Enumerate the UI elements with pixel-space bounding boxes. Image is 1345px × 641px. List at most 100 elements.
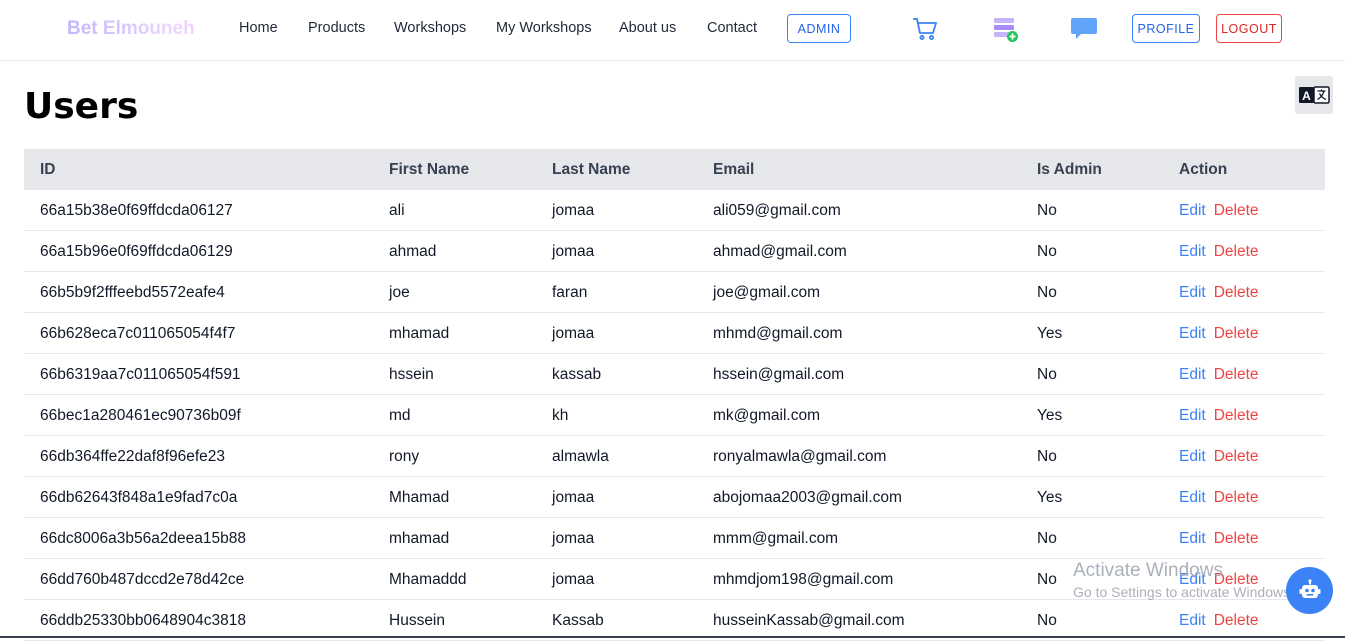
edit-button[interactable]: Edit	[1179, 284, 1206, 301]
edit-button[interactable]: Edit	[1179, 366, 1206, 383]
cell-last-name: jomaa	[552, 571, 595, 588]
delete-button[interactable]: Delete	[1214, 325, 1259, 342]
cell-id: 66a15b38e0f69ffdcda06127	[40, 202, 233, 219]
column-header-is-admin: Is Admin	[1037, 161, 1102, 178]
cell-id: 66b5b9f2fffeebd5572eafe4	[40, 284, 225, 301]
cell-id: 66b628eca7c011065054f4f7	[40, 325, 236, 342]
nav-link-products[interactable]: Products	[308, 20, 365, 36]
nav-link-workshops[interactable]: Workshops	[394, 20, 466, 36]
edit-button[interactable]: Edit	[1179, 571, 1206, 588]
delete-button[interactable]: Delete	[1214, 366, 1259, 383]
delete-button[interactable]: Delete	[1214, 202, 1259, 219]
translate-icon[interactable]: A	[1295, 76, 1333, 114]
cell-last-name: jomaa	[552, 530, 595, 547]
cell-is-admin: Yes	[1037, 325, 1063, 342]
table-body: 66a15b38e0f69ffdcda06127 ali jomaa ali059@g…	[24, 190, 1325, 641]
cell-first-name: ahmad	[389, 243, 437, 260]
page-title: Users	[24, 86, 139, 127]
cell-action: Edit Delete	[1179, 243, 1259, 261]
cell-is-admin: No	[1037, 571, 1057, 588]
navbar: Bet Elmouneh Home Products Workshops My …	[0, 0, 1345, 61]
profile-button[interactable]: PROFILE	[1132, 14, 1200, 43]
nav-link-home[interactable]: Home	[239, 20, 278, 36]
cell-id: 66bec1a280461ec90736b09f	[40, 407, 241, 424]
delete-button[interactable]: Delete	[1214, 243, 1259, 260]
delete-button[interactable]: Delete	[1214, 530, 1259, 547]
logout-button[interactable]: LOGOUT	[1216, 14, 1282, 43]
users-table: ID First Name Last Name Email Is Admin A…	[24, 149, 1325, 641]
cell-is-admin: No	[1037, 243, 1057, 260]
nav-link-my-workshops[interactable]: My Workshops	[496, 20, 592, 36]
edit-button[interactable]: Edit	[1179, 325, 1206, 342]
cell-is-admin: Yes	[1037, 407, 1063, 424]
cell-action: Edit Delete	[1179, 448, 1259, 466]
edit-button[interactable]: Edit	[1179, 243, 1206, 260]
table-row: 66b628eca7c011065054f4f7 mhamad jomaa mhmd@…	[24, 313, 1325, 354]
cell-last-name: almawla	[552, 448, 609, 465]
cell-id: 66db62643f848a1e9fad7c0a	[40, 489, 238, 506]
cell-first-name: joe	[389, 284, 410, 301]
cell-id: 66b6319aa7c011065054f591	[40, 366, 241, 383]
cell-id: 66db364ffe22daf8f96efe23	[40, 448, 226, 465]
edit-button[interactable]: Edit	[1179, 530, 1206, 547]
cell-first-name: ali	[389, 202, 405, 219]
cell-id: 66dd760b487dccd2e78d42ce	[40, 571, 245, 588]
admin-button[interactable]: ADMIN	[787, 14, 851, 43]
cell-last-name: jomaa	[552, 325, 595, 342]
table-row: 66ddb25330bb0648904c3818 Hussein Kassab hus…	[24, 600, 1325, 641]
robot-icon[interactable]	[1286, 567, 1333, 614]
table-row: 66dc8006a3b56a2deea15b88 mhamad jomaa mmm@g…	[24, 518, 1325, 559]
column-header-action: Action	[1179, 161, 1228, 178]
cell-action: Edit Delete	[1179, 366, 1259, 384]
cell-email: hssein@gmail.com	[713, 366, 845, 383]
cell-last-name: jomaa	[552, 489, 595, 506]
cell-email: ahmad@gmail.com	[713, 243, 847, 260]
cell-is-admin: No	[1037, 284, 1057, 301]
cell-is-admin: No	[1037, 612, 1057, 629]
cell-action: Edit Delete	[1179, 489, 1259, 507]
cell-is-admin: No	[1037, 448, 1057, 465]
table-row: 66b6319aa7c011065054f591 hssein kassab hsse…	[24, 354, 1325, 395]
delete-button[interactable]: Delete	[1214, 284, 1259, 301]
nav-link-contact[interactable]: Contact	[707, 20, 757, 36]
chat-icon[interactable]	[1069, 14, 1099, 44]
cell-first-name: md	[389, 407, 411, 424]
edit-button[interactable]: Edit	[1179, 202, 1206, 219]
add-list-icon[interactable]	[990, 14, 1020, 44]
cell-first-name: mhamad	[389, 325, 450, 342]
cell-is-admin: Yes	[1037, 489, 1063, 506]
cell-id: 66dc8006a3b56a2deea15b88	[40, 530, 247, 547]
delete-button[interactable]: Delete	[1214, 448, 1259, 465]
edit-button[interactable]: Edit	[1179, 612, 1206, 629]
delete-button[interactable]: Delete	[1214, 407, 1259, 424]
column-header-last-name: Last Name	[552, 161, 631, 178]
table-row: 66a15b38e0f69ffdcda06127 ali jomaa ali059@g…	[24, 190, 1325, 231]
cell-email: mhmdjom198@gmail.com	[713, 571, 894, 588]
edit-button[interactable]: Edit	[1179, 407, 1206, 424]
table-row: 66db364ffe22daf8f96efe23 rony almawla ronya…	[24, 436, 1325, 477]
delete-button[interactable]: Delete	[1214, 612, 1259, 629]
cell-id: 66a15b96e0f69ffdcda06129	[40, 243, 233, 260]
cell-first-name: Mhamaddd	[389, 571, 467, 588]
delete-button[interactable]: Delete	[1214, 571, 1259, 588]
cell-action: Edit Delete	[1179, 325, 1259, 343]
cell-last-name: jomaa	[552, 243, 595, 260]
nav-link-about[interactable]: About us	[619, 20, 676, 36]
edit-button[interactable]: Edit	[1179, 448, 1206, 465]
cell-email: abojomaa2003@gmail.com	[713, 489, 902, 506]
cell-email: joe@gmail.com	[713, 284, 821, 301]
cell-action: Edit Delete	[1179, 202, 1259, 220]
cell-action: Edit Delete	[1179, 612, 1259, 630]
column-header-first-name: First Name	[389, 161, 470, 178]
brand-logo[interactable]: Bet Elmouneh	[67, 18, 195, 40]
table-row: 66b5b9f2fffeebd5572eafe4 joe faran joe@gmai…	[24, 272, 1325, 313]
cell-email: mhmd@gmail.com	[713, 325, 843, 342]
cell-email: husseinKassab@gmail.com	[713, 612, 905, 629]
edit-button[interactable]: Edit	[1179, 489, 1206, 506]
cell-action: Edit Delete	[1179, 571, 1259, 589]
cart-icon[interactable]	[910, 14, 940, 44]
delete-button[interactable]: Delete	[1214, 489, 1259, 506]
table-row: 66a15b96e0f69ffdcda06129 ahmad jomaa ahmad@…	[24, 231, 1325, 272]
cell-is-admin: No	[1037, 530, 1057, 547]
cell-is-admin: No	[1037, 202, 1057, 219]
